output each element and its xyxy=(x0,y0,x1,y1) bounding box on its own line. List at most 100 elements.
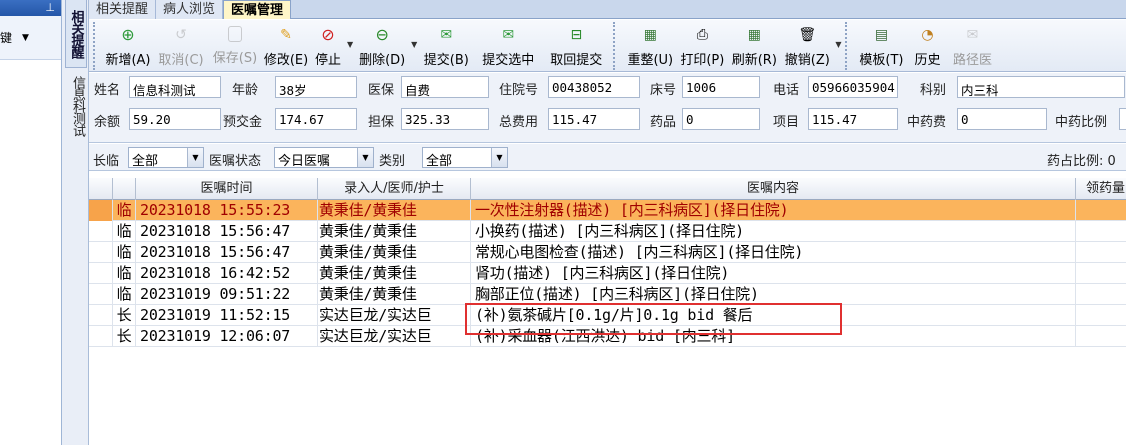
history-icon: ◔ xyxy=(921,27,934,43)
order-content-cell: 肾功(描述) [内三科病区](择日住院) xyxy=(471,263,1076,284)
revoke-button[interactable]: 🗑 撤销(Z) xyxy=(781,20,833,70)
template-icon: ▤ xyxy=(874,27,889,43)
guarantee-label: 担保 xyxy=(368,115,395,130)
row-indicator[interactable] xyxy=(89,200,113,221)
header-order-time[interactable]: 医嘱时间 xyxy=(136,178,318,200)
row-indicator[interactable] xyxy=(89,326,113,347)
delete-button[interactable]: ⊖ 删除(D) xyxy=(355,20,409,70)
pathway-button[interactable]: ✉ 路径医 xyxy=(947,20,997,70)
print-button[interactable]: ⎙ 打印(P) xyxy=(677,20,727,70)
grid-header: 医嘱时间 录入人/医师/护士 医嘱内容 领药量 xyxy=(89,178,1126,200)
entered-by-cell: 黄秉佳/黄秉佳 xyxy=(318,263,471,284)
order-time-cell: 20231018 15:55:23 xyxy=(136,200,318,221)
row-indicator[interactable] xyxy=(89,242,113,263)
stop-button[interactable]: ⊘ 停止 xyxy=(311,20,345,70)
order-time-cell: 20231018 15:56:47 xyxy=(136,242,318,263)
header-entered-by[interactable]: 录入人/医师/护士 xyxy=(318,178,471,200)
drug-field[interactable]: 0 xyxy=(682,108,760,130)
filter-bar: 长临 全部 ▼ 医嘱状态 今日医嘱 ▼ 类别 全部 ▼ 药占比例: 0 xyxy=(89,144,1126,171)
dept-label: 科别 xyxy=(920,83,947,98)
prepaid-field[interactable]: 174.67 xyxy=(275,108,357,130)
retrieve-submit-button[interactable]: ⊟ 取回提交 xyxy=(543,20,609,70)
add-button[interactable]: ⊕ 新增(A) xyxy=(103,20,153,70)
edit-button[interactable]: ✎ 修改(E) xyxy=(261,20,311,70)
order-time-cell: 20231019 12:06:07 xyxy=(136,326,318,347)
template-button[interactable]: ▤ 模板(T) xyxy=(855,20,907,70)
order-type-cell: 长 xyxy=(113,305,136,326)
reorganize-button[interactable]: ▦ 重整(U) xyxy=(623,20,677,70)
vertical-side-strip: 相关提醒 信息科测试 xyxy=(62,0,89,445)
delete-dropdown-arrow[interactable]: ▼ xyxy=(411,20,417,49)
tab-order-management[interactable]: 医嘱管理 xyxy=(223,0,292,19)
name-label: 姓名 xyxy=(94,83,121,98)
row-indicator[interactable] xyxy=(89,284,113,305)
phone-field[interactable]: 05966035904 xyxy=(808,76,898,98)
left-panel: ⊥ 键 ▼ xyxy=(0,0,62,445)
item-field[interactable]: 115.47 xyxy=(808,108,898,130)
table-row[interactable]: 长 20231019 11:52:15 实达巨龙/实达巨 (补)氨茶碱片[0.1g/片… xyxy=(89,305,1126,326)
header-indicator xyxy=(89,178,113,200)
table-row[interactable]: 临 20231019 09:51:22 黄秉佳/黄秉佳 胸部正位(描述) [内三科病区… xyxy=(89,284,1126,305)
order-content-cell: 胸部正位(描述) [内三科病区](择日住院) xyxy=(471,284,1076,305)
guarantee-field[interactable]: 325.33 xyxy=(401,108,489,130)
submit-button[interactable]: ✉ 提交(B) xyxy=(419,20,473,70)
entered-by-cell: 实达巨龙/实达巨 xyxy=(318,305,471,326)
side-tab-reminders[interactable]: 相关提醒 xyxy=(65,0,87,68)
stop-dropdown-arrow[interactable]: ▼ xyxy=(347,20,353,49)
header-dispense-qty[interactable]: 领药量 xyxy=(1076,178,1126,200)
entered-by-cell: 黄秉佳/黄秉佳 xyxy=(318,221,471,242)
cancel-button[interactable]: ↺ 取消(C) xyxy=(153,20,209,70)
undo-icon: ↺ xyxy=(175,27,187,43)
admission-no-field[interactable]: 00438052 xyxy=(548,76,640,98)
table-row[interactable]: 临 20231018 15:56:47 黄秉佳/黄秉佳 常规心电图检查(描述) [内三… xyxy=(89,242,1126,263)
order-type-cell: 临 xyxy=(113,200,136,221)
category-select[interactable]: 全部 ▼ xyxy=(422,147,508,169)
table-row[interactable]: 长 20231019 12:06:07 实达巨龙/实达巨 (补)采血器(江西洪达) b… xyxy=(89,326,1126,347)
name-field[interactable]: 信息科测试 xyxy=(129,76,221,98)
dispense-qty-cell xyxy=(1076,284,1126,305)
save-icon xyxy=(228,26,242,42)
row-indicator[interactable] xyxy=(89,305,113,326)
tab-reminders[interactable]: 相关提醒 xyxy=(89,0,157,19)
herbal-field[interactable]: 0 xyxy=(957,108,1047,130)
row-indicator[interactable] xyxy=(89,263,113,284)
toolbar-separator-2 xyxy=(845,22,853,70)
history-button[interactable]: ◔ 历史 xyxy=(907,20,947,70)
order-grid: 医嘱时间 录入人/医师/护士 医嘱内容 领药量 临 20231018 15:55:… xyxy=(89,178,1126,445)
insurance-field[interactable]: 自费 xyxy=(401,76,489,98)
dispense-qty-cell xyxy=(1076,326,1126,347)
toolbar-grip[interactable] xyxy=(93,22,101,70)
row-indicator[interactable] xyxy=(89,221,113,242)
dept-field[interactable]: 内三科 xyxy=(957,76,1125,98)
order-content-cell: 常规心电图检查(描述) [内三科病区](择日住院) xyxy=(471,242,1076,263)
order-status-select[interactable]: 今日医嘱 ▼ xyxy=(274,147,374,169)
revoke-dropdown-arrow[interactable]: ▼ xyxy=(835,20,841,49)
order-time-cell: 20231019 09:51:22 xyxy=(136,284,318,305)
bed-field[interactable]: 1006 xyxy=(682,76,760,98)
submit-selected-icon: ✉ xyxy=(502,27,515,43)
total-field[interactable]: 115.47 xyxy=(548,108,640,130)
submit-selected-button[interactable]: ✉ 提交选中 xyxy=(473,20,543,70)
chevron-down-icon: ▼ xyxy=(491,148,507,167)
balance-label: 余额 xyxy=(94,115,121,130)
balance-field[interactable]: 59.20 xyxy=(129,108,221,130)
herbal-ratio-field[interactable] xyxy=(1119,108,1126,130)
delete-icon: ⊖ xyxy=(375,25,389,44)
table-row[interactable]: 临 20231018 15:56:47 黄秉佳/黄秉佳 小换药(描述) [内三科病区]… xyxy=(89,221,1126,242)
patient-info-panel: 姓名 信息科测试 年龄 38岁 医保 自费 住院号 00438052 床号 10… xyxy=(89,73,1126,143)
refresh-icon: ▦ xyxy=(747,27,761,43)
table-row[interactable]: 临 20231018 15:55:23 黄秉佳/黄秉佳 一次性注射器(描述) [内三科… xyxy=(89,200,1126,221)
save-button[interactable]: 保存(S) xyxy=(209,20,261,70)
refresh-button[interactable]: ▦ 刷新(R) xyxy=(727,20,781,70)
table-row[interactable]: 临 20231018 16:42:52 黄秉佳/黄秉佳 肾功(描述) [内三科病区](… xyxy=(89,263,1126,284)
age-field[interactable]: 38岁 xyxy=(275,76,357,98)
tab-patient-browse[interactable]: 病人浏览 xyxy=(156,0,224,19)
left-dropdown[interactable]: 键 ▼ xyxy=(0,16,61,60)
left-panel-header: ⊥ xyxy=(0,0,61,16)
pin-icon[interactable]: ⊥ xyxy=(45,1,55,14)
phone-label: 电话 xyxy=(773,83,800,98)
dispense-qty-cell xyxy=(1076,263,1126,284)
header-order-content[interactable]: 医嘱内容 xyxy=(471,178,1076,200)
order-type-select[interactable]: 全部 ▼ xyxy=(128,147,204,169)
patient-info-row-1: 姓名 信息科测试 年龄 38岁 医保 自费 住院号 00438052 床号 10… xyxy=(89,75,1126,99)
